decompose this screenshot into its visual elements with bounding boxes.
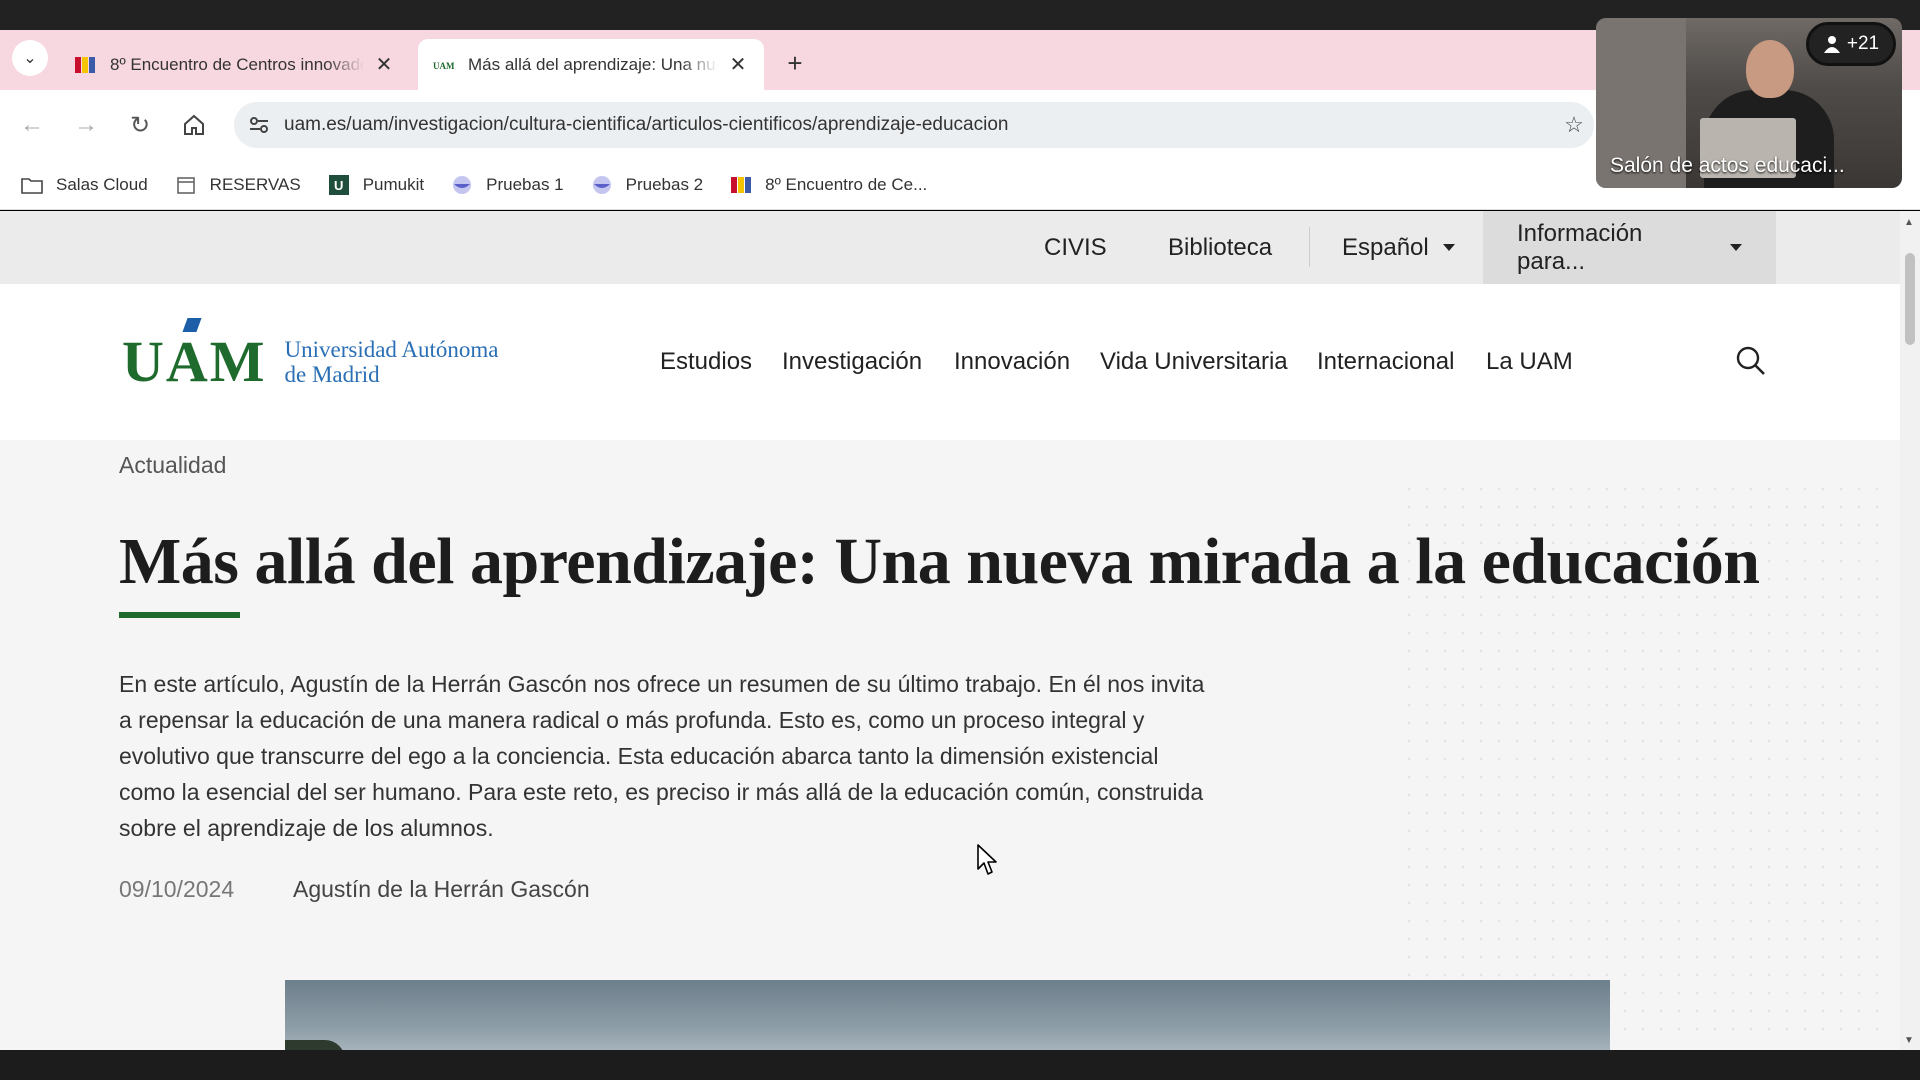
- breadcrumb[interactable]: Actualidad: [119, 452, 226, 479]
- language-selector[interactable]: Español: [1342, 211, 1455, 284]
- participants-count: +21: [1846, 33, 1880, 54]
- calendar-icon: [174, 174, 198, 196]
- new-tab-button[interactable]: +: [780, 48, 810, 78]
- bookmark-pruebas-1[interactable]: Pruebas 1: [450, 174, 564, 196]
- utility-bar: CIVIS Biblioteca Español Información par…: [0, 211, 1900, 284]
- close-icon[interactable]: ✕: [372, 52, 396, 77]
- tab-article[interactable]: UAM Más allá del aprendizaje: Una nueva …: [418, 39, 764, 90]
- nav-internacional[interactable]: Internacional: [1317, 284, 1454, 440]
- forward-button[interactable]: →: [68, 107, 104, 143]
- page-viewport: CIVIS Biblioteca Español Información par…: [0, 211, 1900, 1050]
- bookmark-label: Pruebas 2: [625, 174, 704, 194]
- divider: [1309, 227, 1310, 267]
- bookmark-pruebas-2[interactable]: Pruebas 2: [590, 174, 704, 196]
- nav-la-uam[interactable]: La UAM: [1486, 284, 1573, 440]
- bookmark-star-icon[interactable]: ☆: [1554, 112, 1594, 138]
- tab-title: Más allá del aprendizaje: Una nueva mira…: [468, 54, 718, 74]
- reload-button[interactable]: ↻: [122, 107, 158, 143]
- page-scrollbar[interactable]: ▲ ▼: [1900, 211, 1920, 1050]
- close-icon[interactable]: ✕: [726, 52, 750, 77]
- bookmark-encuentro[interactable]: 8º Encuentro de Ce...: [729, 174, 927, 196]
- tab-search-button[interactable]: ⌄: [12, 40, 48, 76]
- bookmark-label: 8º Encuentro de Ce...: [765, 174, 928, 194]
- bookmark-label: RESERVAS: [209, 174, 301, 194]
- person-icon: [1823, 36, 1840, 53]
- bookmark-label: Pruebas 1: [486, 174, 564, 194]
- uam-favicon-icon: UAM: [433, 61, 454, 71]
- article-date: 09/10/2024: [119, 876, 235, 902]
- logo-text: Universidad Autónoma de Madrid: [285, 337, 499, 387]
- search-icon: [1736, 346, 1765, 375]
- nav-investigacion[interactable]: Investigación: [782, 284, 922, 440]
- arrow-left-icon: ←: [20, 111, 44, 138]
- logo-mark-text: UAM: [122, 329, 267, 394]
- scroll-up-icon[interactable]: ▲: [1904, 217, 1914, 228]
- mouse-cursor-icon: [977, 844, 997, 875]
- address-bar[interactable]: uam.es/uam/investigacion/cultura-cientif…: [234, 102, 1594, 148]
- flag-icon: [729, 174, 753, 196]
- nav-estudios[interactable]: Estudios: [660, 284, 752, 440]
- page-title: Más allá del aprendizaje: Una nueva mira…: [119, 525, 1760, 598]
- nav-innovacion[interactable]: Innovación: [954, 284, 1070, 440]
- screen: ⌄ 8º Encuentro de Centros innovadores ✕ …: [0, 0, 1920, 1080]
- bookmark-label: Pumukit: [362, 174, 425, 194]
- language-label: Español: [1342, 233, 1429, 261]
- bookmark-label: Salas Cloud: [56, 174, 148, 194]
- url-text: uam.es/uam/investigacion/cultura-cientif…: [284, 114, 1009, 135]
- home-button[interactable]: [176, 107, 212, 143]
- article: Actualidad Más allá del aprendizaje: Una…: [0, 440, 1900, 1050]
- caret-down-icon: [1442, 244, 1455, 251]
- os-bottom-bar: [0, 1050, 1920, 1080]
- article-author: Agustín de la Herrán Gascón: [293, 876, 590, 902]
- scroll-thumb[interactable]: [1905, 253, 1915, 345]
- chevron-down-icon: ⌄: [23, 50, 37, 67]
- nav-vida-universitaria[interactable]: Vida Universitaria: [1100, 284, 1288, 440]
- room-label: Salón de actos educaci...: [1610, 154, 1845, 177]
- hero-image-detail: [285, 1040, 345, 1050]
- reload-icon: ↻: [129, 111, 151, 139]
- article-lead: En este artículo, Agustín de la Herrán G…: [119, 671, 1205, 841]
- search-button[interactable]: [1734, 344, 1768, 378]
- pumukit-icon: U: [327, 174, 351, 196]
- logo-mark: UAM: [122, 318, 267, 395]
- bookmark-reservas[interactable]: RESERVAS: [174, 174, 301, 196]
- logo-line-1: Universidad Autónoma: [284, 336, 499, 362]
- bookmark-pumukit[interactable]: U Pumukit: [327, 174, 424, 196]
- biblioteca-link[interactable]: Biblioteca: [1168, 211, 1272, 284]
- info-para-dropdown[interactable]: Información para...: [1483, 211, 1776, 284]
- main-navigation: UAM Universidad Autónoma de Madrid Estud…: [0, 284, 1900, 440]
- pip-speaker-head: [1746, 40, 1794, 98]
- bookmark-salas-cloud[interactable]: Salas Cloud: [20, 174, 148, 196]
- globe-icon: [450, 174, 474, 196]
- info-para-label: Información para...: [1517, 219, 1643, 275]
- participants-badge[interactable]: +21: [1806, 22, 1896, 66]
- uam-logo[interactable]: UAM Universidad Autónoma de Madrid: [122, 318, 499, 395]
- svg-text:UAM: UAM: [433, 61, 454, 71]
- svg-text:U: U: [334, 178, 343, 193]
- tab-encuentro[interactable]: 8º Encuentro de Centros innovadores ✕: [60, 39, 410, 90]
- site-settings-icon[interactable]: [234, 114, 284, 136]
- logo-line-2: de Madrid: [284, 361, 380, 387]
- hero-image: [285, 980, 1610, 1050]
- folder-icon: [20, 174, 44, 196]
- scroll-down-icon[interactable]: ▼: [1904, 1035, 1914, 1046]
- home-icon: [184, 114, 204, 135]
- civis-link[interactable]: CIVIS: [1044, 211, 1107, 284]
- flag-icon: [75, 56, 95, 73]
- tab-title: 8º Encuentro de Centros innovadores: [110, 54, 364, 74]
- title-underline: [119, 612, 240, 618]
- back-button[interactable]: ←: [14, 107, 50, 143]
- arrow-right-icon: →: [74, 111, 98, 138]
- caret-down-icon: [1730, 244, 1742, 251]
- globe-icon: [590, 174, 614, 196]
